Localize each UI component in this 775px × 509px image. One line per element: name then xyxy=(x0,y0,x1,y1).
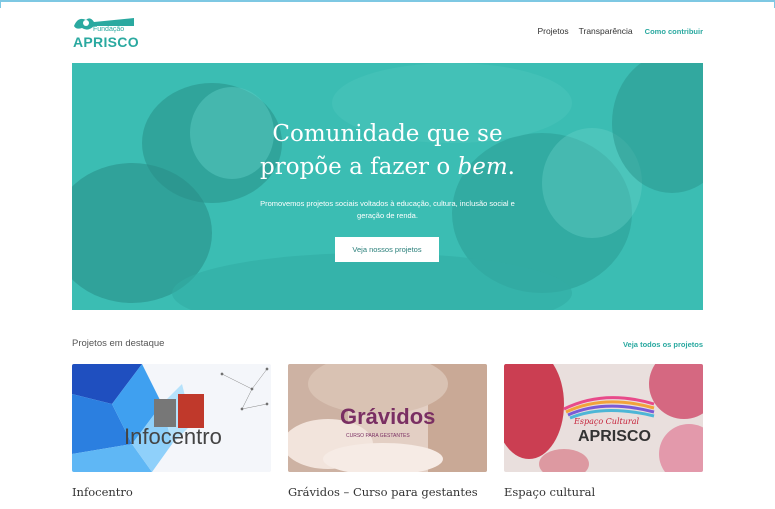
espaco-cultural-image: Espaço Cultural APRISCO xyxy=(504,364,703,472)
project-card-espaco-cultural[interactable]: Espaço Cultural APRISCO Espaço cultural xyxy=(504,364,703,498)
hero-subtitle: Promovemos projetos sociais voltados à e… xyxy=(260,199,515,220)
gravidos-image: Grávidos CURSO PARA GESTANTES xyxy=(288,364,487,472)
logo-name: APRISCO xyxy=(73,34,139,50)
see-projects-button[interactable]: Veja nossos projetos xyxy=(335,237,439,262)
svg-text:Grávidos: Grávidos xyxy=(340,404,435,429)
project-thumb[interactable]: Grávidos CURSO PARA GESTANTES xyxy=(288,364,487,472)
project-card-gravidos[interactable]: Grávidos CURSO PARA GESTANTES Grávidos –… xyxy=(288,364,487,498)
svg-text:CURSO PARA GESTANTES: CURSO PARA GESTANTES xyxy=(346,433,410,439)
svg-text:Infocentro: Infocentro xyxy=(124,424,222,449)
hero-title-line2: propõe a fazer o bem. xyxy=(260,154,515,180)
featured-title: Projetos em destaque xyxy=(72,338,165,349)
project-thumb[interactable]: Espaço Cultural APRISCO xyxy=(504,364,703,472)
project-thumb[interactable]: Infocentro xyxy=(72,364,271,472)
svg-text:Espaço Cultural: Espaço Cultural xyxy=(573,417,639,426)
hero-title-line1: Comunidade que se xyxy=(272,121,503,147)
nav-transparencia[interactable]: Transparência xyxy=(579,26,633,36)
nav-como-contribuir[interactable]: Como contribuir xyxy=(645,27,703,36)
main-nav: Projetos Transparência Como contribuir xyxy=(527,26,703,36)
project-name[interactable]: Espaço cultural xyxy=(504,486,703,498)
hero-title: Comunidade que se propõe a fazer o bem. xyxy=(72,118,703,184)
logo-small-text: Fundação xyxy=(93,26,125,33)
hero-banner: Comunidade que se propõe a fazer o bem. … xyxy=(72,63,703,310)
top-accent-line xyxy=(0,0,775,2)
project-name[interactable]: Grávidos – Curso para gestantes xyxy=(288,486,487,498)
nav-projetos[interactable]: Projetos xyxy=(537,26,568,36)
project-card-infocentro[interactable]: Infocentro Infocentro xyxy=(72,364,271,498)
infocentro-image: Infocentro xyxy=(72,364,271,472)
see-all-projects-link[interactable]: Veja todos os projetos xyxy=(623,340,703,349)
svg-text:APRISCO: APRISCO xyxy=(578,428,651,445)
hero-photo xyxy=(72,63,703,310)
site-logo[interactable]: Fundação APRISCO xyxy=(72,14,142,50)
project-name[interactable]: Infocentro xyxy=(72,486,271,498)
frame-edge-left xyxy=(0,0,1,8)
